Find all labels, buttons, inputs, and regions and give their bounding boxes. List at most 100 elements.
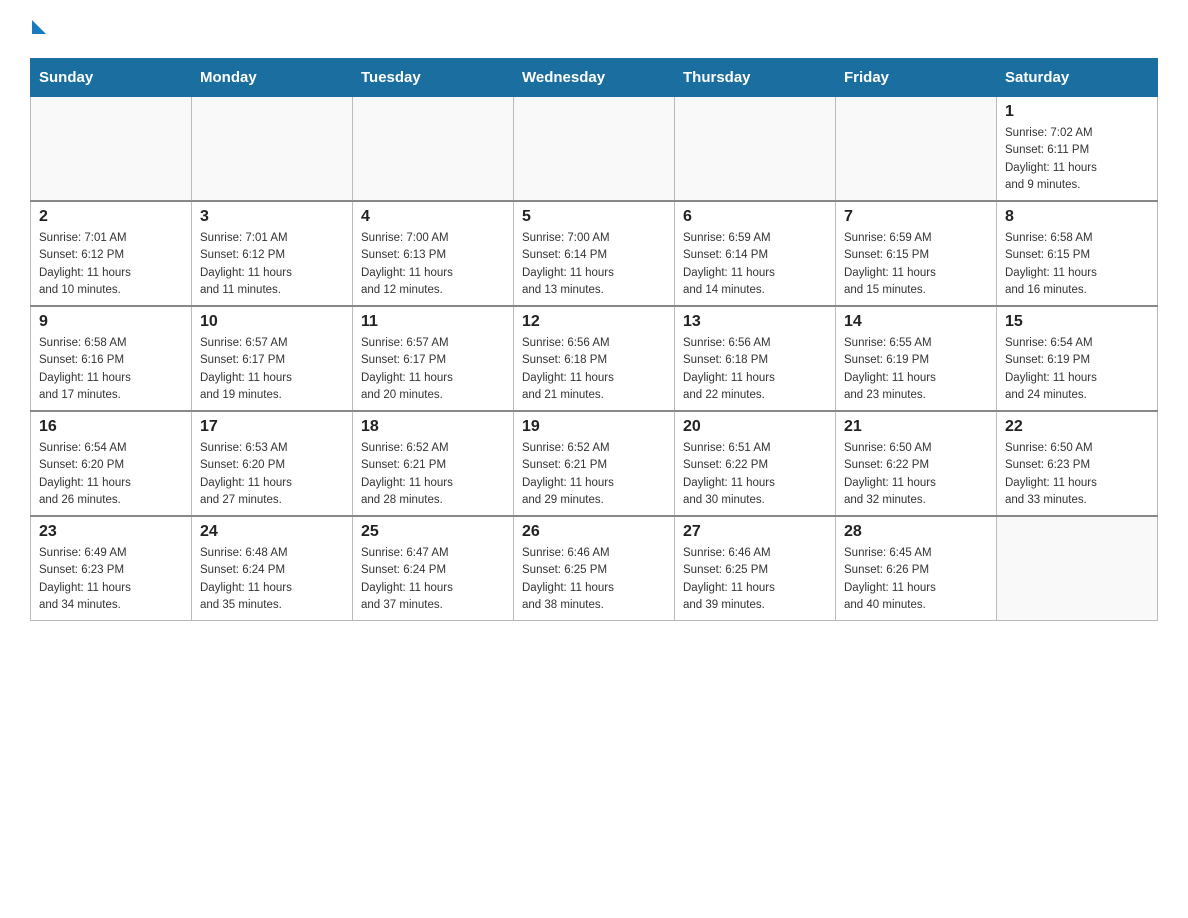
calendar-cell: 10 Sunrise: 6:57 AM Sunset: 6:17 PM Dayli… [192,306,353,411]
day-info: Sunrise: 7:00 AM Sunset: 6:13 PM Dayligh… [361,230,505,299]
day-number: 16 [39,418,183,436]
weekday-header-thursday: Thursday [675,59,836,97]
day-info: Sunrise: 6:59 AM Sunset: 6:14 PM Dayligh… [683,230,827,299]
day-number: 23 [39,523,183,541]
day-info: Sunrise: 6:45 AM Sunset: 6:26 PM Dayligh… [844,545,988,614]
calendar-cell: 2 Sunrise: 7:01 AM Sunset: 6:12 PM Daylig… [31,201,192,306]
logo [30,20,46,38]
calendar-cell: 4 Sunrise: 7:00 AM Sunset: 6:13 PM Daylig… [353,201,514,306]
logo-arrow-icon [32,20,46,34]
day-info: Sunrise: 6:57 AM Sunset: 6:17 PM Dayligh… [361,335,505,404]
day-number: 1 [1005,103,1149,121]
day-number: 15 [1005,313,1149,331]
calendar-cell: 28 Sunrise: 6:45 AM Sunset: 6:26 PM Dayli… [836,516,997,621]
calendar-cell: 9 Sunrise: 6:58 AM Sunset: 6:16 PM Daylig… [31,306,192,411]
day-number: 27 [683,523,827,541]
day-info: Sunrise: 6:48 AM Sunset: 6:24 PM Dayligh… [200,545,344,614]
day-info: Sunrise: 6:46 AM Sunset: 6:25 PM Dayligh… [522,545,666,614]
calendar-cell [836,97,997,202]
day-info: Sunrise: 6:50 AM Sunset: 6:23 PM Dayligh… [1005,440,1149,509]
day-info: Sunrise: 6:46 AM Sunset: 6:25 PM Dayligh… [683,545,827,614]
calendar-cell: 14 Sunrise: 6:55 AM Sunset: 6:19 PM Dayli… [836,306,997,411]
calendar-table: SundayMondayTuesdayWednesdayThursdayFrid… [30,58,1158,621]
day-info: Sunrise: 7:02 AM Sunset: 6:11 PM Dayligh… [1005,125,1149,194]
day-number: 7 [844,208,988,226]
day-info: Sunrise: 6:54 AM Sunset: 6:20 PM Dayligh… [39,440,183,509]
weekday-header-wednesday: Wednesday [514,59,675,97]
calendar-cell: 11 Sunrise: 6:57 AM Sunset: 6:17 PM Dayli… [353,306,514,411]
calendar-cell [31,97,192,202]
day-info: Sunrise: 6:51 AM Sunset: 6:22 PM Dayligh… [683,440,827,509]
calendar-cell: 23 Sunrise: 6:49 AM Sunset: 6:23 PM Dayli… [31,516,192,621]
day-info: Sunrise: 6:59 AM Sunset: 6:15 PM Dayligh… [844,230,988,299]
day-info: Sunrise: 6:55 AM Sunset: 6:19 PM Dayligh… [844,335,988,404]
day-info: Sunrise: 6:57 AM Sunset: 6:17 PM Dayligh… [200,335,344,404]
day-number: 22 [1005,418,1149,436]
calendar-cell: 25 Sunrise: 6:47 AM Sunset: 6:24 PM Dayli… [353,516,514,621]
day-number: 14 [844,313,988,331]
calendar-cell: 5 Sunrise: 7:00 AM Sunset: 6:14 PM Daylig… [514,201,675,306]
calendar-cell: 27 Sunrise: 6:46 AM Sunset: 6:25 PM Dayli… [675,516,836,621]
day-number: 10 [200,313,344,331]
day-info: Sunrise: 6:53 AM Sunset: 6:20 PM Dayligh… [200,440,344,509]
weekday-header-tuesday: Tuesday [353,59,514,97]
day-info: Sunrise: 6:49 AM Sunset: 6:23 PM Dayligh… [39,545,183,614]
calendar-cell: 15 Sunrise: 6:54 AM Sunset: 6:19 PM Dayli… [997,306,1158,411]
day-info: Sunrise: 6:50 AM Sunset: 6:22 PM Dayligh… [844,440,988,509]
day-number: 19 [522,418,666,436]
calendar-cell: 6 Sunrise: 6:59 AM Sunset: 6:14 PM Daylig… [675,201,836,306]
day-number: 13 [683,313,827,331]
day-info: Sunrise: 6:54 AM Sunset: 6:19 PM Dayligh… [1005,335,1149,404]
day-number: 28 [844,523,988,541]
day-number: 8 [1005,208,1149,226]
day-info: Sunrise: 7:00 AM Sunset: 6:14 PM Dayligh… [522,230,666,299]
day-info: Sunrise: 6:47 AM Sunset: 6:24 PM Dayligh… [361,545,505,614]
day-number: 3 [200,208,344,226]
calendar-cell: 8 Sunrise: 6:58 AM Sunset: 6:15 PM Daylig… [997,201,1158,306]
day-number: 6 [683,208,827,226]
calendar-cell: 3 Sunrise: 7:01 AM Sunset: 6:12 PM Daylig… [192,201,353,306]
day-info: Sunrise: 6:58 AM Sunset: 6:16 PM Dayligh… [39,335,183,404]
day-number: 24 [200,523,344,541]
weekday-header-friday: Friday [836,59,997,97]
day-info: Sunrise: 7:01 AM Sunset: 6:12 PM Dayligh… [200,230,344,299]
day-info: Sunrise: 6:52 AM Sunset: 6:21 PM Dayligh… [522,440,666,509]
day-number: 25 [361,523,505,541]
calendar-cell [353,97,514,202]
day-number: 11 [361,313,505,331]
weekday-header-saturday: Saturday [997,59,1158,97]
calendar-cell: 18Sunrise: 6:52 AM Sunset: 6:21 PM Dayli… [353,411,514,516]
calendar-cell [192,97,353,202]
calendar-cell: 21 Sunrise: 6:50 AM Sunset: 6:22 PM Dayli… [836,411,997,516]
calendar-cell: 22 Sunrise: 6:50 AM Sunset: 6:23 PM Dayli… [997,411,1158,516]
day-number: 20 [683,418,827,436]
calendar-cell: 20 Sunrise: 6:51 AM Sunset: 6:22 PM Dayli… [675,411,836,516]
weekday-header-monday: Monday [192,59,353,97]
calendar-cell: 1 Sunrise: 7:02 AM Sunset: 6:11 PM Daylig… [997,97,1158,202]
day-number: 9 [39,313,183,331]
day-info: Sunrise: 6:56 AM Sunset: 6:18 PM Dayligh… [522,335,666,404]
calendar-cell: 7 Sunrise: 6:59 AM Sunset: 6:15 PM Daylig… [836,201,997,306]
day-number: 2 [39,208,183,226]
calendar-cell: 26 Sunrise: 6:46 AM Sunset: 6:25 PM Dayli… [514,516,675,621]
calendar-cell [514,97,675,202]
day-info: Sunrise: 7:01 AM Sunset: 6:12 PM Dayligh… [39,230,183,299]
day-number: 18 [361,418,505,436]
weekday-header-sunday: Sunday [31,59,192,97]
day-info: Sunrise: 6:56 AM Sunset: 6:18 PM Dayligh… [683,335,827,404]
day-number: 12 [522,313,666,331]
calendar-cell: 12 Sunrise: 6:56 AM Sunset: 6:18 PM Dayli… [514,306,675,411]
calendar-cell [997,516,1158,621]
day-number: 17 [200,418,344,436]
day-number: 21 [844,418,988,436]
day-number: 4 [361,208,505,226]
day-info: Sunrise: 6:58 AM Sunset: 6:15 PM Dayligh… [1005,230,1149,299]
calendar-cell: 13 Sunrise: 6:56 AM Sunset: 6:18 PM Dayli… [675,306,836,411]
day-number: 26 [522,523,666,541]
page-header [30,20,1158,38]
calendar-cell [675,97,836,202]
calendar-cell: 24 Sunrise: 6:48 AM Sunset: 6:24 PM Dayli… [192,516,353,621]
calendar-cell: 17 Sunrise: 6:53 AM Sunset: 6:20 PM Dayli… [192,411,353,516]
day-number: 5 [522,208,666,226]
calendar-cell: 16 Sunrise: 6:54 AM Sunset: 6:20 PM Dayli… [31,411,192,516]
